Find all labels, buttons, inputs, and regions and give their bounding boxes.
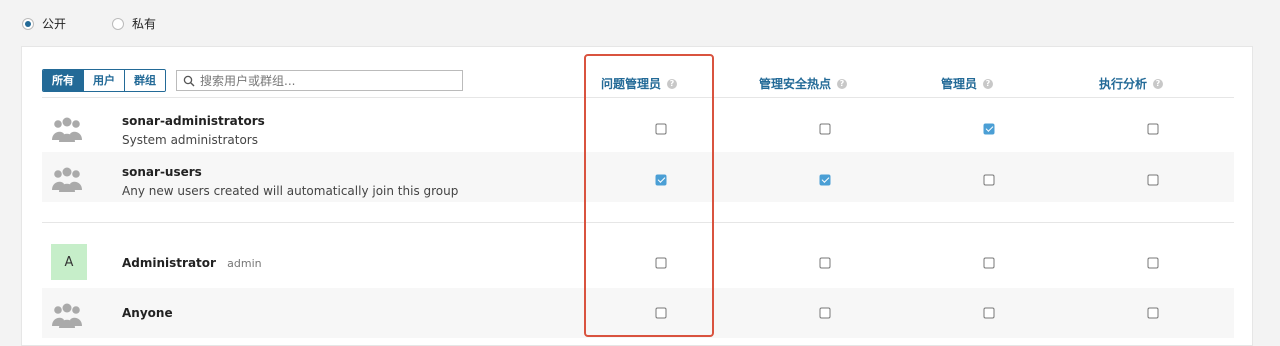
user-name-line: Administrator admin [122,256,262,270]
group-icon [52,117,82,142]
visibility-private-option[interactable]: 私有 [112,15,156,32]
permission-checkbox[interactable] [1147,257,1159,269]
help-icon[interactable]: ? [1153,78,1164,89]
visibility-options: 公开 私有 [22,15,156,32]
column-header-execute-analysis: 执行分析 ? [1098,75,1164,92]
permission-checkbox[interactable] [819,257,831,269]
private-radio[interactable] [112,17,125,30]
column-header-label: 问题管理员 [600,77,662,91]
permission-checkbox[interactable] [1147,307,1159,319]
group-name: sonar-users [122,165,202,179]
group-row: sonar-users Any new users created will a… [42,152,1234,202]
column-header-admin: 管理员 ? [940,75,994,92]
group-icon [52,303,82,328]
column-header-label: 管理安全热点 [758,77,832,91]
permission-checkbox[interactable] [655,257,667,269]
public-label: 公开 [42,17,67,31]
section-divider [42,222,1234,223]
permission-checkbox[interactable] [983,257,995,269]
column-header-label: 执行分析 [1098,77,1148,91]
help-icon[interactable]: ? [837,78,848,89]
search-icon [183,75,195,86]
permission-checkbox[interactable] [819,307,831,319]
help-icon[interactable]: ? [667,78,678,89]
user-row: A Administrator admin [42,238,1234,288]
avatar: A [51,244,87,280]
header-divider [42,97,1234,98]
search-input[interactable] [200,73,450,88]
permission-checkbox[interactable] [1147,123,1159,135]
group-name: sonar-administrators [122,114,265,128]
permission-checkbox[interactable] [819,174,831,186]
group-description: Any new users created will automatically… [122,184,459,198]
group-description: System administrators [122,133,258,147]
filter-segmented-control: 所有 用户 群组 [42,69,166,92]
filter-all-button[interactable]: 所有 [43,70,84,91]
permission-checkbox[interactable] [655,123,667,135]
user-name: Administrator [122,256,216,270]
filter-groups-button[interactable]: 群组 [125,70,165,91]
permission-checkbox[interactable] [983,307,995,319]
filter-users-button[interactable]: 用户 [84,70,125,91]
column-header-label: 管理员 [940,77,978,91]
permission-checkbox[interactable] [655,307,667,319]
group-row: sonar-administrators System administrato… [42,102,1234,152]
permission-checkbox[interactable] [983,123,995,135]
user-login: admin [227,257,262,270]
permission-checkbox[interactable] [1147,174,1159,186]
private-label: 私有 [132,17,157,31]
permission-checkbox[interactable] [819,123,831,135]
column-header-security-hotspots: 管理安全热点 ? [758,75,848,92]
help-icon[interactable]: ? [983,78,994,89]
group-icon [52,167,82,192]
permissions-panel: 所有 用户 群组 问题管理员 ? 管理安全热点 ? 管理员 ? 执行分析 ? [21,46,1253,346]
filter-toolbar: 所有 用户 群组 [42,69,463,92]
permission-checkbox[interactable] [655,174,667,186]
permission-checkbox[interactable] [983,174,995,186]
public-radio[interactable] [22,17,34,30]
column-header-issue-admin: 问题管理员 ? [600,75,678,92]
user-row: Anyone [42,288,1234,338]
search-box[interactable] [176,70,463,91]
user-name: Anyone [122,306,173,320]
visibility-public-option[interactable]: 公开 [22,15,66,32]
